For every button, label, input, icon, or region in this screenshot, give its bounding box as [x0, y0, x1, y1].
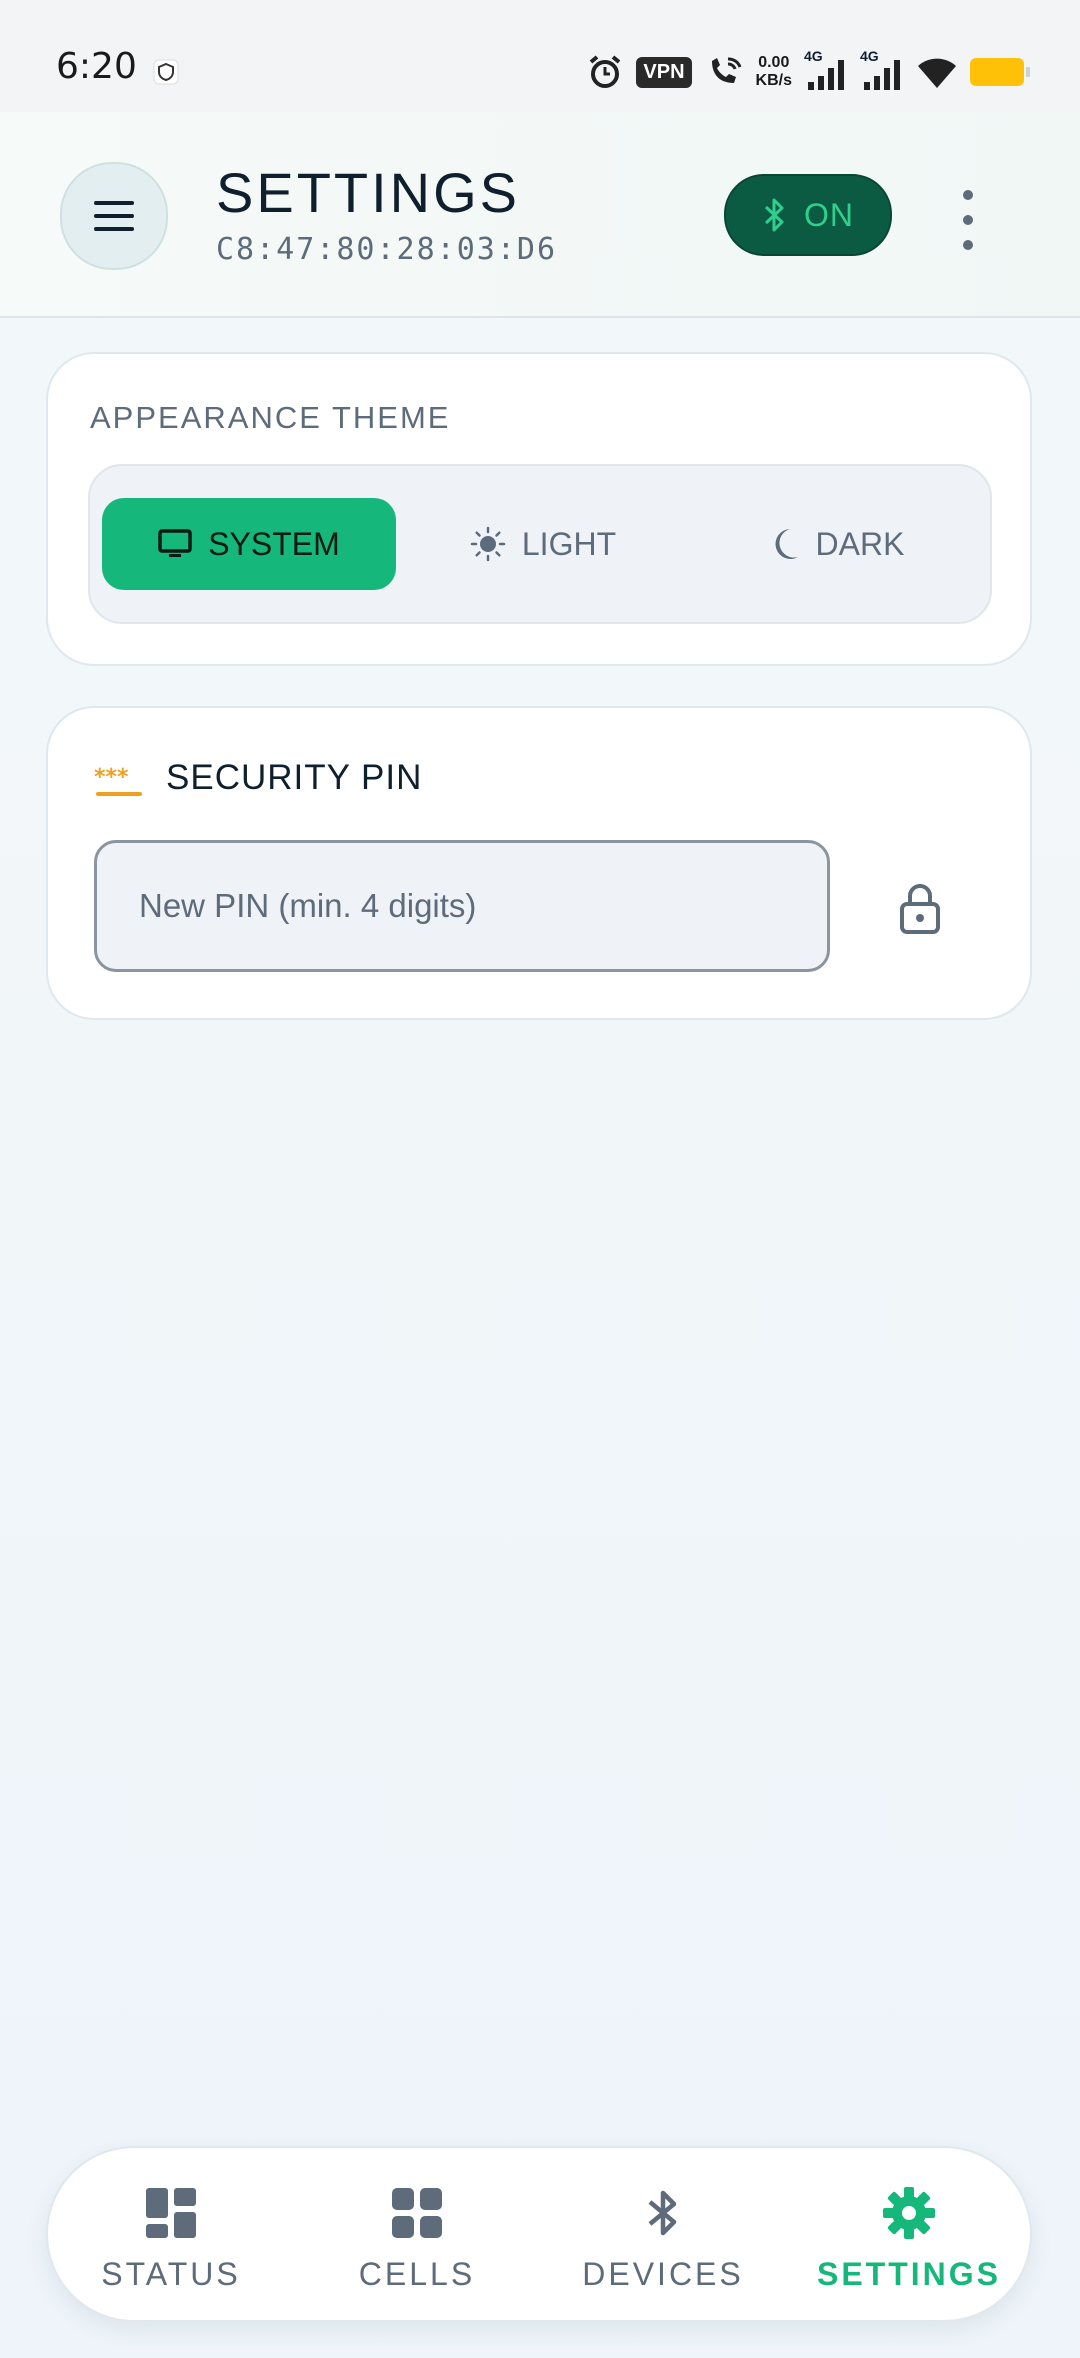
status-icons: VPN 0.00 KB/s 4G 4G	[586, 48, 1030, 94]
security-pin-title: SECURITY PIN	[166, 758, 423, 797]
page-title: SETTINGS	[216, 161, 521, 224]
app-header: SETTINGS C8:47:80:28:03:D6 ON	[0, 112, 1080, 318]
theme-selector: SYSTEM LIGHT DARK	[88, 464, 992, 624]
nav-item-cells[interactable]: CELLS	[294, 2148, 540, 2324]
appearance-label: APPEARANCE THEME	[90, 400, 451, 435]
set-pin-button[interactable]	[890, 872, 950, 944]
signal-bars-icon	[808, 60, 844, 90]
svg-text:***: ***	[94, 765, 129, 790]
wifi-call-icon	[711, 57, 741, 83]
security-pin-card: *** SECURITY PIN	[46, 706, 1032, 1020]
bluetooth-icon	[764, 198, 784, 232]
sun-icon	[470, 526, 506, 562]
speed-unit: KB/s	[755, 72, 792, 89]
alarm-icon	[590, 55, 621, 88]
status-time: 6:20	[56, 46, 137, 87]
theme-option-dark[interactable]: DARK	[690, 498, 984, 590]
nav-label: CELLS	[358, 2256, 476, 2292]
dashboard-icon	[146, 2188, 196, 2238]
wifi-icon	[918, 58, 956, 88]
menu-button[interactable]	[60, 162, 168, 270]
theme-option-label: SYSTEM	[208, 525, 340, 562]
bluetooth-status: ON	[804, 196, 854, 233]
hamburger-icon	[94, 201, 134, 231]
speed-value: 0.00	[758, 54, 790, 71]
grid-icon	[392, 2188, 442, 2238]
asterisk-password-icon: ***	[94, 765, 142, 796]
lock-icon	[900, 884, 940, 934]
battery-icon	[970, 58, 1030, 86]
device-address: C8:47:80:28:03:D6	[216, 232, 558, 267]
moon-icon	[775, 529, 798, 559]
theme-option-system[interactable]: SYSTEM	[102, 498, 396, 590]
gear-icon	[883, 2187, 935, 2239]
signal-1: 4G	[804, 48, 848, 92]
bottom-navigation: STATUS CELLS DEVICES SETTINGS	[46, 2146, 1032, 2322]
signal-bars-icon	[864, 60, 900, 90]
vpn-badge: VPN	[636, 56, 692, 88]
nav-item-devices[interactable]: DEVICES	[540, 2148, 786, 2324]
shield-icon	[153, 59, 179, 85]
theme-option-light[interactable]: LIGHT	[396, 498, 690, 590]
new-pin-input[interactable]	[94, 840, 830, 972]
nav-label: STATUS	[101, 2256, 241, 2292]
signal-2: 4G	[860, 48, 904, 92]
bluetooth-icon	[648, 2190, 677, 2236]
theme-option-label: LIGHT	[521, 525, 617, 562]
appearance-card: APPEARANCE THEME SYSTEM LIGHT DARK	[46, 352, 1032, 666]
theme-option-label: DARK	[815, 525, 905, 562]
nav-label: SETTINGS	[816, 2256, 1001, 2292]
nav-label: DEVICES	[582, 2256, 744, 2292]
nav-item-settings[interactable]: SETTINGS	[786, 2148, 1032, 2324]
bluetooth-toggle[interactable]: ON	[724, 174, 892, 256]
nav-item-status[interactable]: STATUS	[48, 2148, 294, 2324]
status-bar: 6:20 VPN 0.00 KB/s 4G 4G	[0, 0, 1080, 112]
network-speed: 0.00 KB/s	[756, 54, 792, 90]
overflow-menu-icon[interactable]	[944, 190, 992, 250]
monitor-icon	[158, 529, 192, 557]
